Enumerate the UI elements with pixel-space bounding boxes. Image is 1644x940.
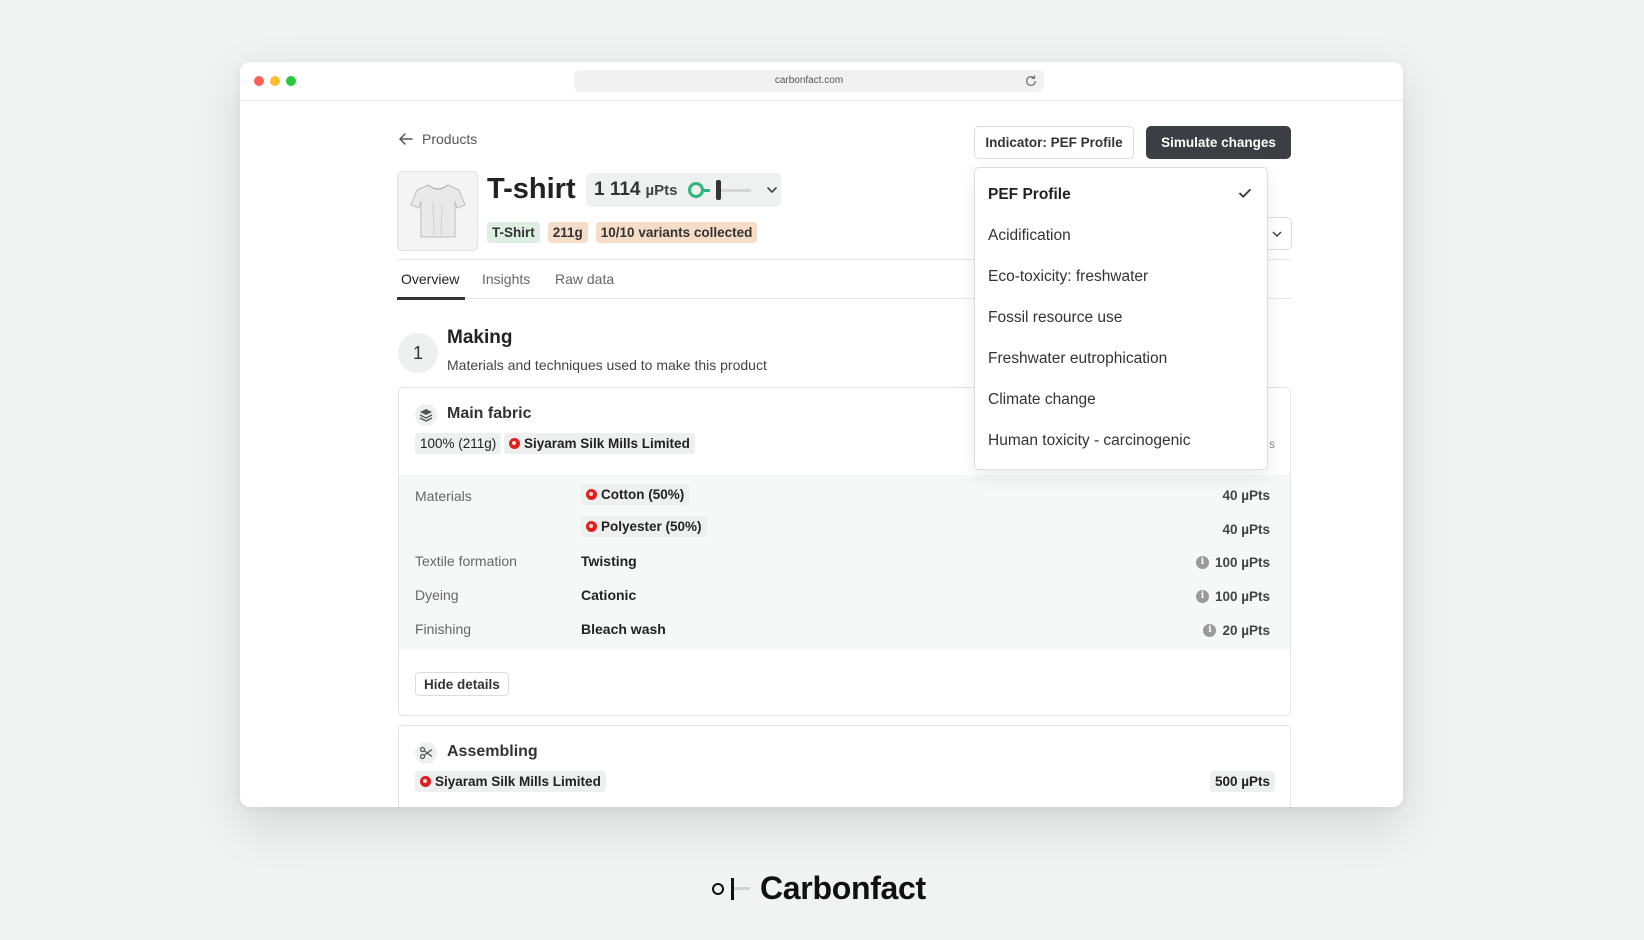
chevron-down-icon <box>766 187 777 193</box>
minimize-window-button[interactable] <box>270 76 280 86</box>
tab-overview[interactable]: Overview <box>401 271 459 287</box>
flag-icon <box>586 489 597 500</box>
active-tab-indicator <box>397 297 465 300</box>
gauge-line <box>703 188 710 192</box>
simulate-changes-button[interactable]: Simulate changes <box>1146 126 1291 159</box>
brand-name: Carbonfact <box>760 870 926 906</box>
section-subtitle: Materials and techniques used to make th… <box>447 357 767 373</box>
main-fabric-title: Main fabric <box>447 405 532 422</box>
material-chip: Cotton (50%) <box>581 484 690 505</box>
scissors-icon <box>415 742 437 764</box>
dropdown-item-freshwater-eutrophication[interactable]: Freshwater eutrophication <box>988 350 1167 368</box>
row-label: Dyeing <box>415 587 459 603</box>
fabric-share-chip: 100% (211g) <box>415 433 502 454</box>
dropdown-item-climate-change[interactable]: Climate change <box>988 391 1096 409</box>
score-gauge <box>687 180 751 200</box>
page-content: Products Indicator: PEF Profile Simulate… <box>240 101 1403 807</box>
tab-insights[interactable]: Insights <box>482 271 530 287</box>
material-text: Polyester (50%) <box>601 519 702 534</box>
category-tag: T-Shirt <box>487 222 540 243</box>
tshirt-icon <box>409 184 466 238</box>
logo-ring <box>712 882 724 895</box>
row-points: 40 µPts <box>1217 484 1275 506</box>
row-value: Cationic <box>581 587 637 603</box>
fabric-supplier-text: Siyaram Silk Mills Limited <box>524 436 690 451</box>
material-text: Cotton (50%) <box>601 487 685 502</box>
step-number: 1 <box>398 333 438 373</box>
gauge-ring-icon <box>687 182 704 198</box>
row-points: i 100 µPts <box>1191 585 1275 607</box>
points-text: 100 µPts <box>1214 588 1270 604</box>
row-points: i 20 µPts <box>1198 619 1275 641</box>
fabric-share-text: 100% (211g) <box>420 436 497 451</box>
points-text: 500 µPts <box>1214 774 1270 789</box>
gauge-track <box>720 188 751 192</box>
carbonfact-logo-icon <box>712 877 750 900</box>
row-points: i 100 µPts <box>1191 551 1275 573</box>
flag-icon <box>586 521 597 532</box>
logo-line <box>734 887 750 890</box>
points-text: 100 µPts <box>1214 554 1270 570</box>
row-label: Materials <box>415 488 472 504</box>
flag-icon <box>420 776 431 787</box>
back-link[interactable]: Products <box>398 131 477 147</box>
hide-details-button[interactable]: Hide details <box>415 672 509 696</box>
reload-icon[interactable] <box>1024 74 1038 88</box>
section-title: Making <box>447 327 513 348</box>
assembling-title: Assembling <box>447 743 538 760</box>
fabric-details: Materials Cotton (50%) 40 µPts Polyester… <box>399 475 1290 650</box>
assembling-supplier-chip: Siyaram Silk Mills Limited <box>415 771 606 792</box>
score-selector[interactable]: 1 114 µPts <box>586 173 781 207</box>
row-label: Finishing <box>415 621 472 637</box>
url-text: carbonfact.com <box>774 75 844 86</box>
back-link-label: Products <box>422 131 478 147</box>
assembling-points: 500 µPts <box>1209 771 1275 792</box>
info-icon[interactable]: i <box>1203 623 1217 637</box>
arrow-left-icon <box>399 133 413 145</box>
info-icon[interactable]: i <box>1195 589 1209 603</box>
close-window-button[interactable] <box>254 76 264 86</box>
points-text: 20 µPts <box>1222 622 1270 638</box>
product-title: T-shirt <box>487 173 576 205</box>
score-value: 1 114 <box>594 179 641 200</box>
product-tags: T-Shirt 211g 10/10 variants collected <box>487 222 758 243</box>
obscured-text-fragment: s <box>1269 437 1275 451</box>
browser-window: carbonfact.com Products Indicator: PEF P… <box>240 62 1403 807</box>
tab-raw-data[interactable]: Raw data <box>555 271 614 287</box>
brand-logo: Carbonfact <box>712 870 926 907</box>
indicator-button[interactable]: Indicator: PEF Profile <box>974 126 1134 159</box>
row-points: 40 µPts <box>1217 518 1275 540</box>
row-value: Bleach wash <box>581 621 666 637</box>
flag-icon <box>509 438 520 449</box>
fabric-supplier-chip: Siyaram Silk Mills Limited <box>504 433 695 454</box>
check-icon <box>1239 188 1251 198</box>
row-value: Twisting <box>581 553 637 569</box>
variants-tag: 10/10 variants collected <box>595 222 758 243</box>
info-icon[interactable]: i <box>1195 555 1209 569</box>
chevron-down-icon <box>1272 231 1282 238</box>
product-thumbnail <box>397 171 478 251</box>
points-text: 40 µPts <box>1222 521 1270 537</box>
maximize-window-button[interactable] <box>286 76 296 86</box>
assembling-card: Assembling Siyaram Silk Mills Limited 50… <box>398 725 1291 807</box>
material-chip: Polyester (50%) <box>581 516 707 537</box>
dropdown-item-human-toxicity[interactable]: Human toxicity - carcinogenic <box>988 432 1190 450</box>
dropdown-item-pef-profile[interactable]: PEF Profile <box>988 186 1071 204</box>
score-unit: µPts <box>645 181 678 199</box>
row-label: Textile formation <box>415 553 517 569</box>
dropdown-item-acidification[interactable]: Acidification <box>988 227 1071 245</box>
assembling-supplier-text: Siyaram Silk Mills Limited <box>435 774 601 789</box>
browser-titlebar: carbonfact.com <box>240 62 1403 101</box>
layers-icon <box>415 404 437 426</box>
dropdown-item-fossil-resource[interactable]: Fossil resource use <box>988 309 1122 327</box>
dropdown-item-eco-toxicity[interactable]: Eco-toxicity: freshwater <box>988 268 1148 286</box>
points-text: 40 µPts <box>1222 487 1270 503</box>
weight-tag: 211g <box>547 222 588 243</box>
indicator-dropdown-menu: PEF Profile Acidification Eco-toxicity: … <box>974 167 1268 470</box>
address-bar[interactable]: carbonfact.com <box>574 70 1044 92</box>
